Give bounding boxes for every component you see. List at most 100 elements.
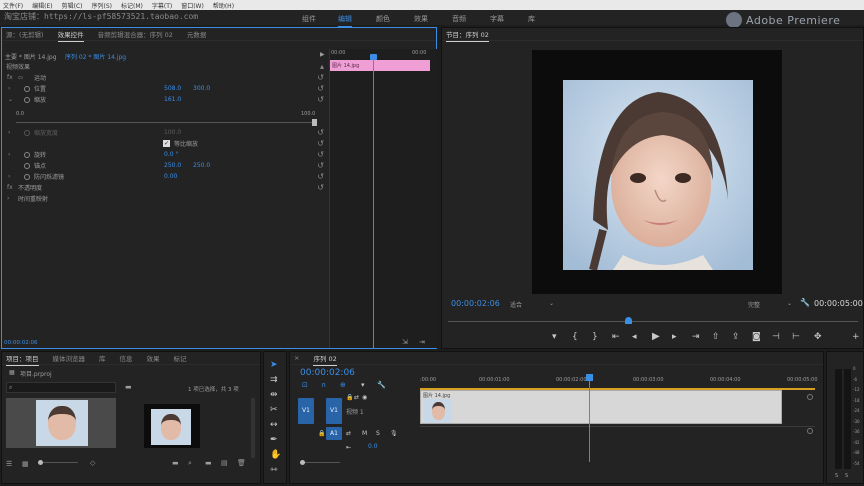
hand-tool-icon[interactable]: ✋ [270, 451, 281, 460]
zoom-scroll-handle[interactable] [300, 460, 305, 465]
project-tab-5[interactable]: 标记 [174, 353, 187, 363]
new-item-icon[interactable]: ▤ [221, 459, 228, 467]
mute-icon[interactable]: M [362, 429, 367, 438]
menu-item-2[interactable]: 剪辑(C) [62, 1, 83, 10]
zoom-slider-handle[interactable] [38, 460, 43, 465]
nest-icon[interactable]: ⊡ [302, 381, 308, 390]
track-select-tool-icon[interactable]: ⇉ [270, 376, 278, 385]
play-icon[interactable]: ▶ [652, 332, 660, 342]
reset-icon[interactable]: ↺ [317, 139, 324, 148]
reset-icon[interactable]: ↺ [317, 183, 324, 192]
workspace-tab-6[interactable]: 库 [528, 14, 535, 24]
export-frame-icon[interactable]: ⇲ [402, 338, 408, 346]
project-tab-0[interactable]: 项目：项目 [6, 353, 39, 366]
program-canvas[interactable] [532, 50, 782, 294]
reset-icon[interactable]: ↺ [317, 84, 324, 93]
tab-program[interactable]: 节目：序列 02 [446, 29, 489, 42]
project-tab-2[interactable]: 库 [99, 353, 106, 363]
timeline-clip[interactable]: 图片 14.jpg [420, 390, 782, 424]
menu-item-5[interactable]: 字幕(T) [152, 1, 172, 10]
selection-tool-icon[interactable]: ➤ [270, 361, 278, 370]
go-to-icon[interactable]: ⇥ [419, 338, 425, 346]
extract-icon[interactable]: ⇪ [732, 333, 740, 342]
ec-playhead-handle[interactable] [370, 54, 377, 60]
camera-icon[interactable]: ◙ [752, 333, 761, 342]
timeline-zoom-scroll[interactable] [300, 460, 340, 465]
go-to-in-icon[interactable]: ⇤ [612, 333, 620, 342]
ripple-edit-tool-icon[interactable]: ⇹ [270, 391, 278, 400]
antiflicker-value[interactable]: 0.00 [164, 173, 177, 180]
ec-motion-row[interactable]: fx ▭ 运动 ↺ [4, 72, 326, 83]
timeline-playhead-line[interactable] [589, 374, 591, 462]
go-to-out-icon[interactable]: ⇥ [692, 333, 700, 342]
mark-in-icon[interactable]: { [572, 333, 578, 342]
lock-icon[interactable]: 🔒 [318, 429, 325, 438]
workspace-tab-5[interactable]: 字幕 [490, 14, 504, 24]
play-only-icon[interactable]: ▶ [320, 51, 325, 58]
chevron-right-icon[interactable]: › [8, 85, 10, 92]
menu-item-3[interactable]: 序列(S) [92, 1, 113, 10]
chevron-right-icon[interactable]: › [8, 173, 10, 180]
ec-tab-2[interactable]: 音频剪辑混合器：序列 02 [98, 29, 173, 39]
position-y-value[interactable]: 300.0 [193, 85, 210, 92]
project-tab-3[interactable]: 信息 [120, 353, 133, 363]
ec-breadcrumb-master[interactable]: 主要 * 图片 14.jpg [5, 52, 57, 61]
eye-icon[interactable]: ◉ [362, 393, 367, 402]
slip-tool-icon[interactable]: ↔ [270, 421, 278, 430]
menu-item-4[interactable]: 标记(M) [121, 1, 143, 10]
project-tab-4[interactable]: 效果 [147, 353, 160, 363]
ec-timecode[interactable]: 00:00:02:06 [4, 340, 38, 346]
workspace-tab-2[interactable]: 颜色 [376, 14, 390, 24]
stopwatch-icon[interactable] [24, 173, 30, 180]
ec-breadcrumb-sequence[interactable]: 序列 02 * 图片 14.jpg [65, 52, 126, 61]
project-scrollbar[interactable] [251, 398, 255, 458]
zoom-dropdown[interactable]: 适合 ⌄ [510, 300, 554, 310]
lock-icon[interactable]: 🔒 [346, 393, 353, 402]
uniform-scale-checkbox[interactable]: ✓ [163, 140, 170, 147]
workspace-tab-1[interactable]: 编辑 [338, 14, 352, 27]
timeline-playhead[interactable] [586, 374, 594, 381]
workspace-tab-3[interactable]: 效果 [414, 14, 428, 24]
linked-selection-icon[interactable]: ⊕ [340, 381, 346, 390]
timeline-timecode[interactable]: 00:00:02:06 [300, 368, 355, 378]
ec-tab-0[interactable]: 源：(无剪辑) [6, 29, 44, 39]
stopwatch-icon[interactable] [24, 162, 30, 169]
ec-opacity-row[interactable]: fx 不透明度 ↺ [4, 182, 326, 193]
anchor-y-value[interactable]: 250.0 [193, 162, 210, 169]
step-back-icon[interactable]: ◂ [632, 333, 637, 342]
go-to-prev-keyframe-icon[interactable]: ⇤ [346, 443, 351, 452]
workspace-tab-4[interactable]: 音频 [452, 14, 466, 24]
new-bin-icon[interactable]: ▬ [205, 459, 212, 467]
icon-view-icon[interactable]: ▦ [22, 460, 29, 468]
stopwatch-icon[interactable] [24, 85, 30, 92]
move-icon[interactable]: ✥ [814, 333, 822, 342]
stopwatch-icon[interactable] [24, 151, 30, 158]
wrench-icon[interactable]: 🔧 [377, 381, 386, 390]
track-target-a1[interactable]: A1 [326, 427, 342, 440]
sync-lock-icon[interactable]: ⇄ [354, 393, 359, 402]
reset-icon[interactable]: ↺ [317, 172, 324, 181]
tab-sequence[interactable]: 序列 02 [313, 353, 338, 366]
program-timecode[interactable]: 00:00:02:06 [451, 299, 500, 308]
program-playhead[interactable] [625, 317, 633, 324]
audio-level-value[interactable]: 0.0 [368, 443, 378, 450]
overwrite-icon[interactable]: ⊢ [792, 333, 800, 342]
track-target-v1[interactable]: V1 [326, 398, 342, 424]
ec-mini-timeline[interactable]: 00:00 00:00 图片 14.jpg [329, 49, 437, 348]
snap-icon[interactable]: ∩ [321, 381, 326, 390]
pen-tool-icon[interactable]: ✒ [270, 436, 278, 445]
reset-icon[interactable]: ↺ [317, 73, 324, 82]
project-search-input[interactable]: ⌕ [6, 382, 116, 393]
add-marker-icon[interactable]: ▾ [552, 333, 557, 342]
sync-lock-icon[interactable]: ⇄ [346, 429, 351, 438]
track-height-handle[interactable] [807, 428, 813, 434]
menu-item-0[interactable]: 文件(F) [3, 1, 23, 10]
solo-right[interactable]: S [845, 473, 848, 479]
reset-icon[interactable]: ↺ [317, 150, 324, 159]
zoom-slider[interactable] [38, 460, 78, 465]
chevron-right-icon[interactable]: › [8, 151, 10, 158]
solo-left[interactable]: S [835, 473, 838, 479]
step-forward-icon[interactable]: ▸ [672, 333, 677, 342]
timeline-ruler[interactable]: :00:00 00:00:01:00 00:00:02:00 00:00:03:00 0… [420, 374, 818, 388]
razor-tool-icon[interactable]: ✂ [270, 406, 278, 415]
